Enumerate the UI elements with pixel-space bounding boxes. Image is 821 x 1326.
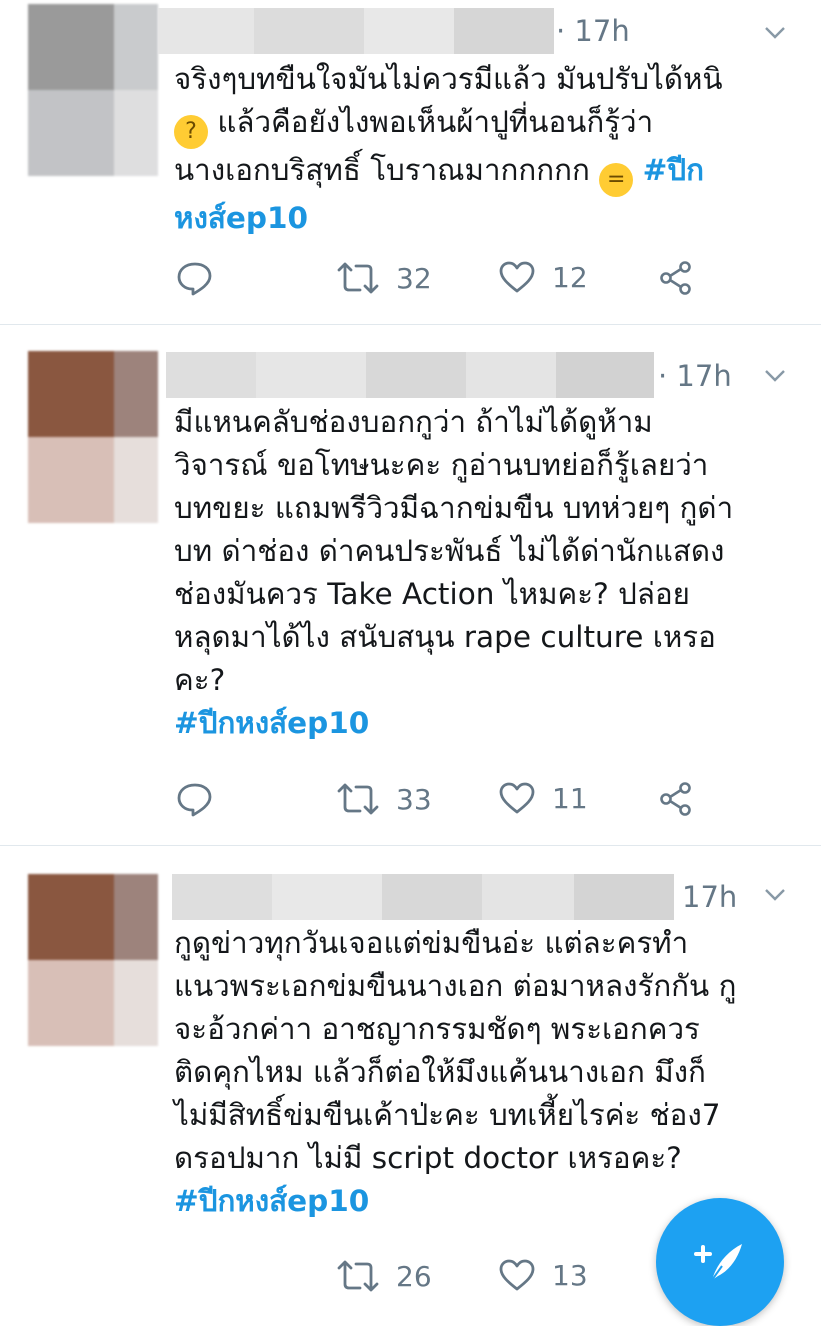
heart-icon — [499, 261, 535, 293]
tweet-text-line: ไม่มีสิทธิ์ข่มขืนเค้าป่ะคะ บทเหี้ยไรค่ะ … — [174, 1094, 781, 1137]
avatar[interactable] — [28, 874, 158, 1046]
like-count: 13 — [552, 1258, 588, 1292]
tweet-text: มีแหนคลับช่องบอกกูว่า ถ้าไม่ได้ดูห้ามวิจ… — [174, 401, 781, 745]
compose-tweet-button[interactable] — [656, 1198, 784, 1326]
tweet-text-line: ติดคุกไหม แล้วก็ต่อให้มึงแค้นนางเอก มึงก… — [174, 1051, 781, 1094]
retweet-icon — [337, 262, 379, 294]
tweet-text-line: กูดูข่าวทุกวันเจอแต่ข่มขืนอ่ะ แต่ละครทำ — [174, 922, 781, 965]
hashtag-link[interactable]: #ปีกหงส์ep10 — [174, 706, 369, 740]
text-segment: บทขยะ แถมพรีวิวมีฉากข่มขืน บทห่วยๆ กูด่า — [174, 491, 734, 525]
like-count: 12 — [552, 260, 588, 294]
text-segment: หลุดมาได้ไง สนับสนุน rape culture เหรอ — [174, 620, 716, 654]
text-segment: บท ด่าช่อง ด่าคนประพันธ์ ไม่ได้ด่านักแสด… — [174, 534, 725, 568]
like-button[interactable]: 11 — [498, 781, 588, 815]
retweet-button[interactable]: 32 — [336, 260, 432, 296]
thinking-face-emoji-icon: ? — [174, 115, 208, 149]
hashtag-link[interactable]: #ปีก — [643, 153, 704, 187]
tweet-text-line: จะอ้วกค่าา อาชญากรรมชัดๆ พระเอกควร — [174, 1008, 781, 1051]
text-segment: ดรอปมาก ไม่มี script doctor เหรอคะ? — [174, 1141, 682, 1175]
tweet-actions: 26 13 — [176, 1258, 736, 1298]
text-segment: ติดคุกไหม แล้วก็ต่อให้มึงแค้นนางเอก มึงก… — [174, 1055, 706, 1089]
tweet-timestamp[interactable]: · 17h — [556, 14, 630, 48]
reply-icon — [177, 262, 212, 296]
tweet-timestamp[interactable]: 17h — [682, 880, 737, 914]
hashtag-link[interactable]: #ปีกหงส์ep10 — [174, 1184, 369, 1218]
chevron-down-icon[interactable] — [764, 26, 786, 40]
tweet-timestamp[interactable]: · 17h — [658, 359, 732, 393]
hashtag-link[interactable]: หงส์ep10 — [174, 201, 308, 235]
retweet-count: 33 — [396, 782, 432, 816]
retweet-count: 26 — [396, 1259, 432, 1293]
tweet-text-line: จริงๆบทขืนใจมันไม่ควรมีแล้ว มันปรับได้หน… — [174, 58, 781, 101]
avatar[interactable] — [28, 4, 158, 176]
username-blurred[interactable] — [158, 8, 554, 54]
text-segment: จริงๆบทขืนใจมันไม่ควรมีแล้ว มันปรับได้หน… — [174, 62, 723, 96]
tweet-text-line: แนวพระเอกข่มขืนนางเอก ต่อมาหลงรักกัน กู — [174, 965, 781, 1008]
text-segment: กูดูข่าวทุกวันเจอแต่ข่มขืนอ่ะ แต่ละครทำ — [174, 926, 689, 960]
tweet-text: จริงๆบทขืนใจมันไม่ควรมีแล้ว มันปรับได้หน… — [174, 58, 781, 240]
tweet-text-line: ? แล้วคือยังไงพอเห็นผ้าปูที่นอนก็รู้ว่า — [174, 101, 781, 149]
username-blurred[interactable] — [172, 874, 674, 920]
tweet-text-line: หงส์ep10 — [174, 197, 781, 240]
reply-button[interactable] — [176, 781, 214, 817]
text-segment: วิจารณ์ ขอโทษนะคะ กูอ่านบทย่อก็รู้เลยว่า — [174, 448, 709, 482]
like-button[interactable]: 13 — [498, 1258, 588, 1292]
share-icon — [660, 261, 691, 295]
retweet-icon — [337, 783, 379, 815]
tweet-text-line: หลุดมาได้ไง สนับสนุน rape culture เหรอ — [174, 616, 781, 659]
share-button[interactable] — [658, 260, 694, 296]
expressionless-face-emoji-icon: = — [599, 163, 634, 197]
retweet-icon — [337, 1260, 379, 1292]
tweet-text-line: #ปีกหงส์ep10 — [174, 702, 781, 745]
tweet-text-line: ช่องมันควร Take Action ไหมคะ? ปล่อย — [174, 573, 781, 616]
heart-icon — [499, 1259, 535, 1291]
reply-icon — [177, 783, 212, 817]
share-button[interactable] — [658, 781, 694, 817]
share-icon — [660, 782, 691, 816]
heart-icon — [499, 782, 535, 814]
retweet-button[interactable]: 33 — [336, 781, 432, 817]
text-segment: ไม่มีสิทธิ์ข่มขืนเค้าป่ะคะ บทเหี้ยไรค่ะ … — [174, 1098, 721, 1132]
text-segment: นางเอกบริสุทธิ์ โบราณมากกกกก — [174, 153, 600, 187]
text-segment: คะ? — [174, 663, 226, 697]
username-blurred[interactable] — [166, 352, 654, 398]
retweet-count: 32 — [396, 261, 432, 295]
tweet[interactable]: · 17h มีแหนคลับช่องบอกกูว่า ถ้าไม่ได้ดูห… — [0, 325, 821, 846]
tweet-text-line: คะ? — [174, 659, 781, 702]
tweet-text-line: บทขยะ แถมพรีวิวมีฉากข่มขืน บทห่วยๆ กูด่า — [174, 487, 781, 530]
reply-button[interactable] — [176, 260, 214, 296]
like-count: 11 — [552, 781, 588, 815]
text-segment: แล้วคือยังไงพอเห็นผ้าปูที่นอนก็รู้ว่า — [208, 105, 654, 139]
text-segment — [633, 153, 642, 187]
like-button[interactable]: 12 — [498, 260, 588, 294]
tweet-text-line: บท ด่าช่อง ด่าคนประพันธ์ ไม่ได้ด่านักแสด… — [174, 530, 781, 573]
text-segment: ช่องมันควร Take Action ไหมคะ? ปล่อย — [174, 577, 690, 611]
tweet-text-line: ดรอปมาก ไม่มี script doctor เหรอคะ? — [174, 1137, 781, 1180]
tweet-text: กูดูข่าวทุกวันเจอแต่ข่มขืนอ่ะ แต่ละครทำแ… — [174, 922, 781, 1223]
chevron-down-icon[interactable] — [764, 888, 786, 902]
tweet-actions: 33 11 — [176, 781, 736, 821]
text-segment: จะอ้วกค่าา อาชญากรรมชัดๆ พระเอกควร — [174, 1012, 700, 1046]
text-segment: มีแหนคลับช่องบอกกูว่า ถ้าไม่ได้ดูห้าม — [174, 405, 653, 439]
tweet-actions: 32 12 — [176, 260, 736, 300]
text-segment: แนวพระเอกข่มขืนนางเอก ต่อมาหลงรักกัน กู — [174, 969, 737, 1003]
tweet-text-line: วิจารณ์ ขอโทษนะคะ กูอ่านบทย่อก็รู้เลยว่า — [174, 444, 781, 487]
tweet[interactable]: · 17h จริงๆบทขืนใจมันไม่ควรมีแล้ว มันปรั… — [0, 0, 821, 325]
avatar[interactable] — [28, 351, 158, 523]
chevron-down-icon[interactable] — [764, 369, 786, 383]
tweet-text-line: นางเอกบริสุทธิ์ โบราณมากกกกก = #ปีก — [174, 149, 781, 197]
retweet-button[interactable]: 26 — [336, 1258, 432, 1294]
tweet-text-line: มีแหนคลับช่องบอกกูว่า ถ้าไม่ได้ดูห้าม — [174, 401, 781, 444]
